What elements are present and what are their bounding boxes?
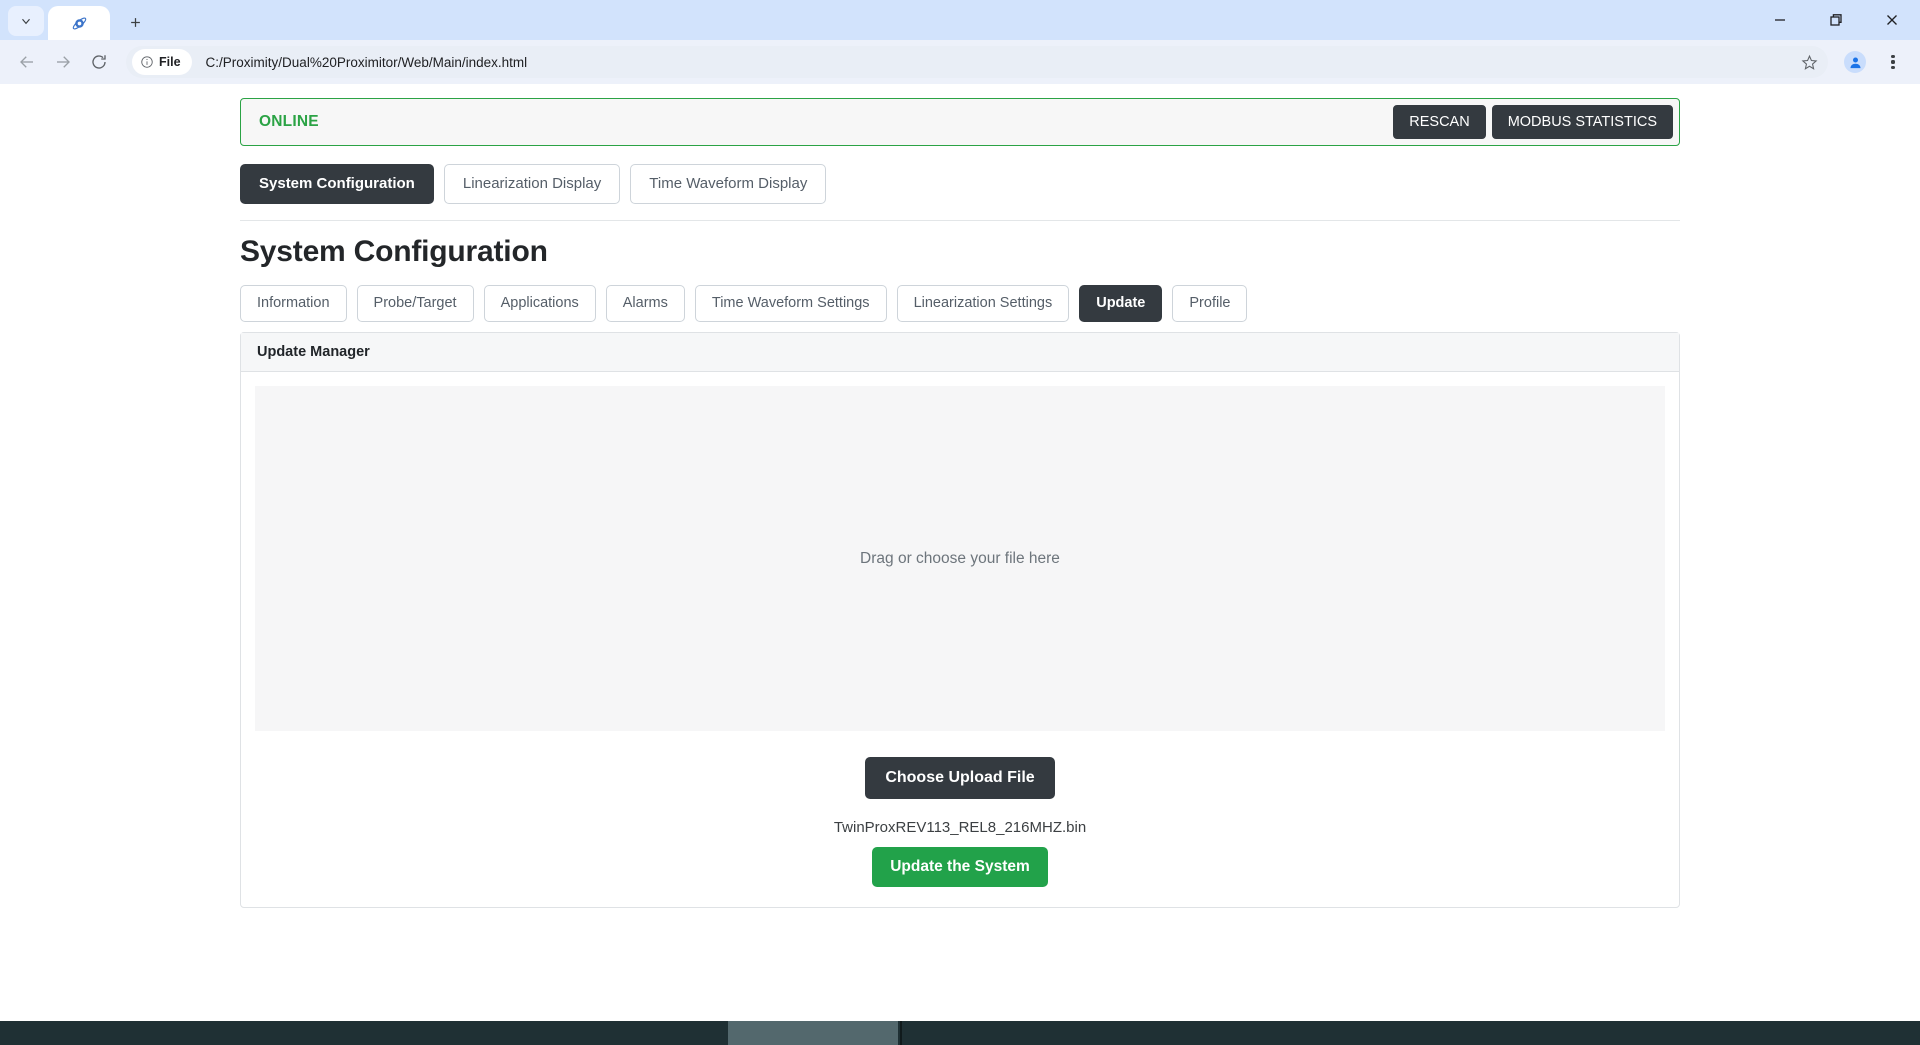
modbus-statistics-button[interactable]: MODBUS STATISTICS xyxy=(1491,104,1673,140)
star-icon xyxy=(1801,54,1817,70)
reload-button[interactable] xyxy=(82,45,116,79)
file-scheme-chip[interactable]: File xyxy=(132,49,192,75)
panel-header: Update Manager xyxy=(241,333,1679,373)
page-viewport: ONLINE RESCAN MODBUS STATISTICS System C… xyxy=(0,84,1920,1021)
arrow-left-icon xyxy=(20,56,33,68)
sub-tab-bar: Information Probe/Target Applications Al… xyxy=(240,285,1680,323)
browser-tab[interactable] xyxy=(48,6,110,40)
taskbar-separator xyxy=(900,1021,902,1045)
address-bar[interactable]: File C:/Proximity/Dual%20Proximitor/Web/… xyxy=(126,46,1828,78)
forward-button[interactable] xyxy=(46,45,80,79)
sub-tab-probe-target[interactable]: Probe/Target xyxy=(356,285,474,323)
info-circle-icon xyxy=(141,56,153,68)
rescan-button[interactable]: RESCAN xyxy=(1393,104,1486,140)
choose-upload-file-button[interactable]: Choose Upload File xyxy=(865,757,1055,800)
page-content: ONLINE RESCAN MODBUS STATISTICS System C… xyxy=(240,84,1680,909)
sub-tab-profile[interactable]: Profile xyxy=(1172,285,1248,323)
page-title: System Configuration xyxy=(240,235,548,268)
header-divider xyxy=(240,220,1680,221)
minimize-button[interactable] xyxy=(1752,0,1808,40)
main-tab-bar: System Configuration Linearization Displ… xyxy=(240,164,1680,204)
plus-icon xyxy=(130,17,140,27)
browser-tabstrip xyxy=(0,0,1920,40)
update-manager-panel: Update Manager Drag or choose your file … xyxy=(240,332,1680,909)
os-taskbar xyxy=(0,1021,1920,1045)
sub-tab-update[interactable]: Update xyxy=(1079,285,1163,323)
window-controls xyxy=(1752,0,1920,40)
close-button[interactable] xyxy=(1864,0,1920,40)
sub-tab-applications[interactable]: Applications xyxy=(483,285,596,323)
device-status-bar: ONLINE RESCAN MODBUS STATISTICS xyxy=(240,98,1680,146)
status-bar-actions: RESCAN MODBUS STATISTICS xyxy=(1393,104,1675,140)
maximize-button[interactable] xyxy=(1808,0,1864,40)
chevron-down-icon xyxy=(22,18,30,25)
kebab-menu-icon xyxy=(1891,54,1895,70)
sub-tab-information[interactable]: Information xyxy=(240,285,347,323)
sub-tab-alarms[interactable]: Alarms xyxy=(605,285,685,323)
bookmark-button[interactable] xyxy=(1794,47,1824,77)
browser-window: File C:/Proximity/Dual%20Proximitor/Web/… xyxy=(0,0,1920,1045)
main-tab-time-waveform-display[interactable]: Time Waveform Display xyxy=(630,164,827,204)
update-actions: Choose Upload File TwinProxREV113_REL8_2… xyxy=(255,731,1665,888)
tab-search-button[interactable] xyxy=(8,6,44,36)
browser-menu-button[interactable] xyxy=(1876,45,1910,79)
arrow-right-icon xyxy=(57,56,70,68)
minimize-icon xyxy=(1775,19,1785,21)
sub-tab-linearization-settings[interactable]: Linearization Settings xyxy=(896,285,1070,323)
new-tab-button[interactable] xyxy=(120,7,150,37)
file-dropzone[interactable]: Drag or choose your file here xyxy=(255,386,1665,732)
dropzone-label: Drag or choose your file here xyxy=(860,549,1060,567)
taskbar-active-item[interactable] xyxy=(728,1021,898,1045)
restore-icon xyxy=(1830,14,1842,26)
status-badge: ONLINE xyxy=(259,113,319,130)
address-bar-url[interactable]: C:/Proximity/Dual%20Proximitor/Web/Main/… xyxy=(206,55,1794,70)
file-scheme-label: File xyxy=(159,55,181,69)
browser-toolbar: File C:/Proximity/Dual%20Proximitor/Web/… xyxy=(0,40,1920,84)
main-tab-system-configuration[interactable]: System Configuration xyxy=(240,164,434,204)
profile-button[interactable] xyxy=(1838,45,1872,79)
reload-icon xyxy=(92,55,106,69)
panel-body: Drag or choose your file here Choose Upl… xyxy=(241,372,1679,907)
close-icon xyxy=(1887,15,1897,25)
person-icon xyxy=(1844,51,1866,73)
update-the-system-button[interactable]: Update the System xyxy=(872,847,1048,888)
globe-favicon xyxy=(71,15,88,32)
selected-file-name: TwinProxREV113_REL8_216MHZ.bin xyxy=(833,819,1087,837)
main-tab-linearization-display[interactable]: Linearization Display xyxy=(443,164,621,204)
back-button[interactable] xyxy=(10,45,44,79)
sub-tab-time-waveform-settings[interactable]: Time Waveform Settings xyxy=(694,285,887,323)
